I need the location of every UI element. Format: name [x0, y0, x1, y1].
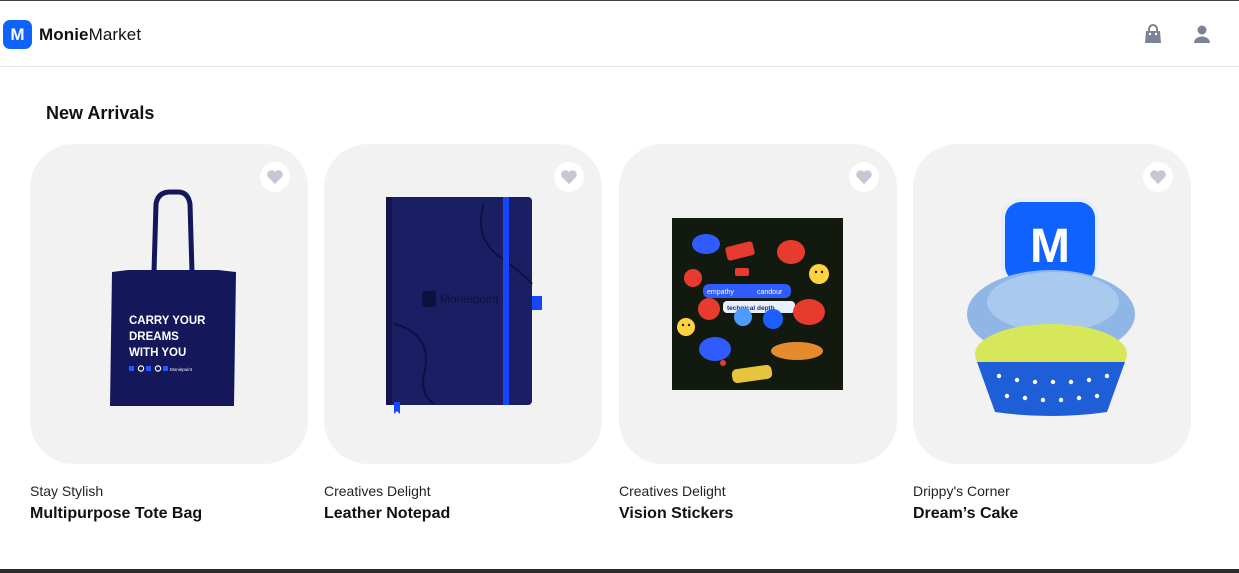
product-category: Creatives Delight [324, 483, 431, 499]
brand-logo[interactable]: M MonieMarket [3, 20, 141, 49]
product-image[interactable]: empathy candour technical depth [619, 144, 897, 464]
sticker-empathy: empathy [707, 289, 734, 296]
favorite-button[interactable] [849, 162, 879, 192]
heart-icon [561, 170, 577, 184]
product-card[interactable]: CARRY YOUR DREAMS WITH YOU Moniepoint St… [30, 144, 308, 524]
product-image[interactable]: M [913, 144, 1191, 464]
notepad-brand: Moniepoint [440, 292, 499, 306]
product-category: Creatives Delight [619, 483, 726, 499]
favorite-button[interactable] [554, 162, 584, 192]
section-title: New Arrivals [46, 103, 155, 123]
tote-bag-image: CARRY YOUR DREAMS WITH YOU Moniepoint [110, 189, 236, 406]
product-category: Stay Stylish [30, 483, 104, 499]
heart-icon [1150, 170, 1166, 184]
product-category: Drippy's Corner [913, 483, 1010, 499]
heart-icon [267, 170, 283, 184]
product-card[interactable]: Moniepoint Creatives Delight Leather Not… [324, 144, 602, 524]
notepad-image: Moniepoint [386, 197, 542, 414]
logo-mark-icon: M [3, 20, 32, 49]
brand-name-bold: Monie [39, 24, 89, 44]
tote-line-1: CARRY YOUR [129, 315, 206, 327]
product-name[interactable]: Leather Notepad [324, 504, 602, 524]
cupcake-image: M [967, 198, 1135, 416]
product-name[interactable]: Multipurpose Tote Bag [30, 504, 308, 524]
favorite-button[interactable] [260, 162, 290, 192]
tote-brand: Moniepoint [170, 367, 193, 372]
product-name[interactable]: Vision Stickers [619, 504, 897, 524]
heart-icon [856, 170, 872, 184]
cake-topper-letter: M [1030, 220, 1070, 273]
product-card[interactable]: M Drippy's Corner Dream’s Cake [913, 144, 1191, 524]
top-nav: M MonieMarket [0, 1, 1239, 67]
product-name[interactable]: Dream’s Cake [913, 504, 1191, 524]
brand-name: MonieMarket [39, 25, 141, 45]
favorite-button[interactable] [1143, 162, 1173, 192]
tote-line-2: DREAMS [129, 331, 179, 343]
product-card[interactable]: empathy candour technical depth Creative… [619, 144, 897, 524]
stickers-image: empathy candour technical depth [672, 218, 843, 390]
shopping-bag-icon[interactable] [1142, 23, 1164, 45]
tote-line-3: WITH YOU [129, 347, 186, 359]
brand-name-regular: Market [88, 24, 142, 44]
sticker-candour: candour [757, 289, 783, 296]
product-image[interactable]: CARRY YOUR DREAMS WITH YOU Moniepoint [30, 144, 308, 464]
user-icon[interactable] [1191, 23, 1213, 45]
bottom-border [0, 569, 1239, 573]
product-image[interactable]: Moniepoint [324, 144, 602, 464]
